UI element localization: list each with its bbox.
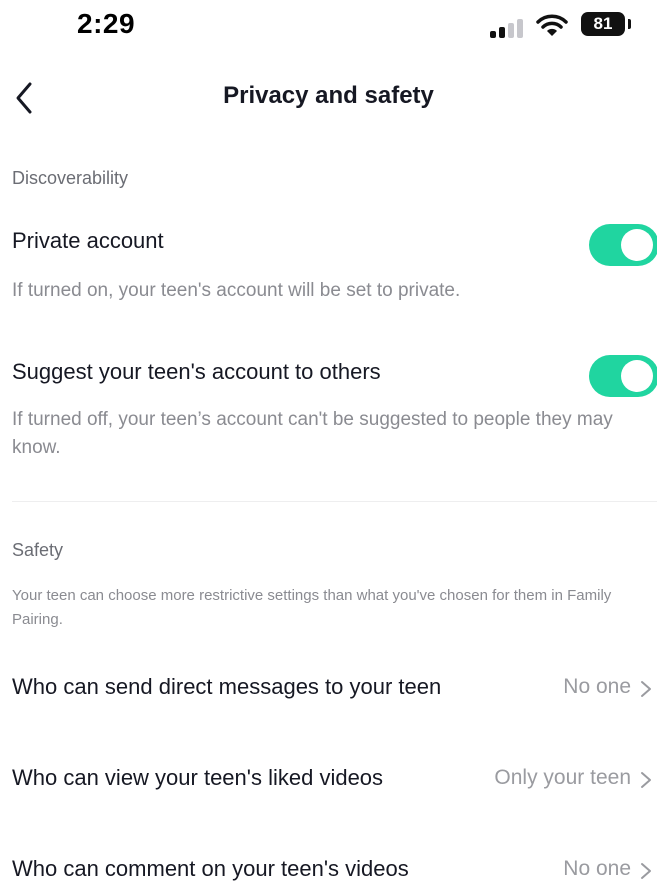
setting-row-label: Who can comment on your teen's videos xyxy=(12,856,409,881)
toggle-knob xyxy=(621,229,653,261)
safety-description: Your teen can choose more restrictive se… xyxy=(12,587,612,628)
suggest-account-label: Suggest your teen's account to others xyxy=(12,359,381,384)
chevron-right-icon xyxy=(641,772,651,788)
wifi-icon xyxy=(536,14,568,36)
chevron-right-icon xyxy=(641,681,651,697)
cellular-signal-icon xyxy=(490,18,526,38)
setting-row-value: No one xyxy=(563,675,631,698)
toggle-knob xyxy=(621,360,653,392)
setting-row-label: Who can view your teen's liked videos xyxy=(12,765,384,790)
page-title: Privacy and safety xyxy=(223,82,434,109)
section-header-safety: Safety xyxy=(12,540,64,560)
chevron-right-icon xyxy=(641,863,651,879)
battery-icon: 81 xyxy=(581,12,625,36)
setting-row-liked-videos[interactable]: Who can view your teen's liked videos On… xyxy=(0,759,657,799)
section-header-discoverability: Discoverability xyxy=(12,168,129,188)
status-bar: 2:29 81 xyxy=(0,0,657,56)
section-divider xyxy=(12,501,657,502)
setting-row-comments[interactable]: Who can comment on your teen's videos No… xyxy=(0,850,657,890)
setting-row-value: No one xyxy=(563,857,631,880)
private-account-description: If turned on, your teen's account will b… xyxy=(12,280,461,301)
suggest-account-description: If turned off, your teen’s account can't… xyxy=(12,409,613,458)
status-time: 2:29 xyxy=(77,8,136,39)
private-account-label: Private account xyxy=(12,228,164,253)
suggest-account-toggle[interactable] xyxy=(589,355,657,397)
setting-row-label: Who can send direct messages to your tee… xyxy=(12,674,442,699)
nav-header: Privacy and safety xyxy=(0,72,657,124)
setting-row-value: Only your teen xyxy=(494,766,631,789)
setting-row-direct-messages[interactable]: Who can send direct messages to your tee… xyxy=(0,668,657,708)
battery-cap xyxy=(628,19,631,29)
private-account-toggle[interactable] xyxy=(589,224,657,266)
